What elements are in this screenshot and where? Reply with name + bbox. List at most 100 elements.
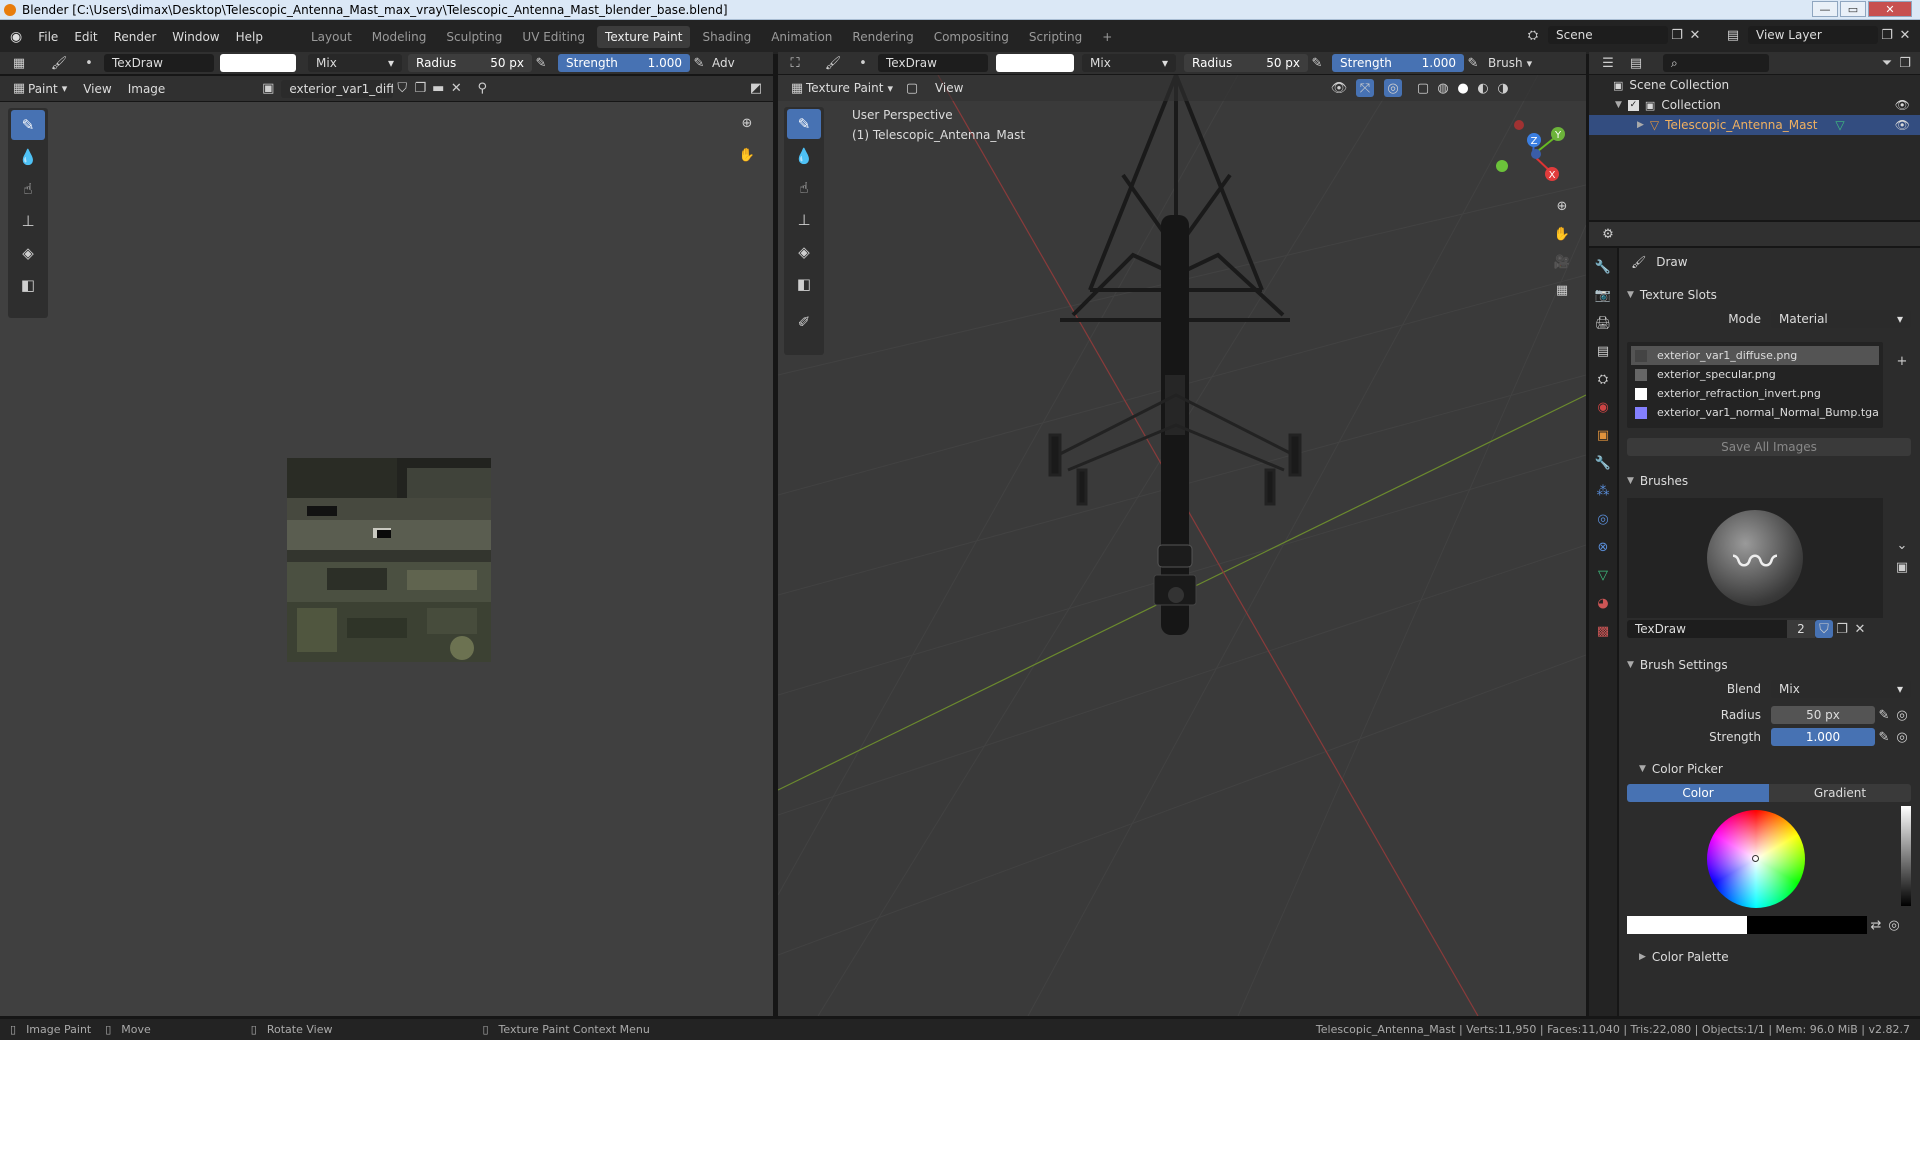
tab-shading[interactable]: Shading [694, 26, 759, 48]
brush-color-swatch[interactable] [220, 54, 296, 72]
image-editor-canvas[interactable]: ✎ 💧 ☝ ⊥ ◈ ◧ ⊕ ✋ [0, 102, 773, 1016]
brush-image-icon[interactable]: ▣ [1893, 558, 1911, 576]
brush-menu[interactable]: Brush ▾ [1488, 56, 1532, 70]
advanced-menu[interactable]: Adv [712, 56, 735, 70]
menu-file[interactable]: File [38, 30, 58, 44]
filter-icon[interactable]: ⏷ [1878, 54, 1896, 72]
secondary-color-swatch[interactable] [1747, 916, 1867, 934]
eye-icon[interactable]: 👁 [1895, 98, 1910, 112]
editor-type-icon[interactable]: ▦ [10, 54, 28, 72]
material-tab-icon[interactable]: ◕ [1594, 594, 1612, 612]
viewport-mode-select[interactable]: ▦ Texture Paint ▾ ▢ View [788, 79, 964, 97]
viewport-brush-name-field[interactable]: TexDraw [878, 54, 988, 72]
viewport-blend-select[interactable]: Mix ▾ [1082, 54, 1176, 72]
image-browse-icon[interactable]: ▣ [259, 80, 277, 98]
scene-name-field[interactable]: Scene [1548, 26, 1668, 44]
navigation-gizmo[interactable]: X Y Z [1488, 115, 1568, 195]
tab-modeling[interactable]: Modeling [364, 26, 435, 48]
color-palette-panel-header[interactable]: ▶ Color Palette [1639, 944, 1920, 970]
viewport-smear-tool[interactable]: ☝ [787, 173, 821, 203]
zoom-icon[interactable]: ⊕ [738, 114, 756, 132]
brush-datablock-name[interactable]: TexDraw [1627, 620, 1787, 638]
tab-rendering[interactable]: Rendering [844, 26, 921, 48]
mask-tool[interactable]: ◧ [11, 270, 45, 300]
image-name-field[interactable]: exterior_var1_diffus.. [281, 79, 394, 98]
fake-user-icon[interactable]: ⛉ [393, 80, 411, 98]
strength-slider[interactable]: Strength 1.000 [558, 54, 690, 72]
tab-layout[interactable]: Layout [303, 26, 360, 48]
viewport-zoom-icon[interactable]: ⊕ [1553, 197, 1571, 215]
texture-mode-select[interactable]: Material ▾ [1771, 310, 1911, 328]
outliner-search-input[interactable]: ⌕ [1663, 54, 1769, 72]
add-workspace-button[interactable]: + [1094, 26, 1120, 48]
camera-view-icon[interactable]: 🎥 [1553, 253, 1571, 271]
world-tab-icon[interactable]: ◉ [1594, 398, 1612, 416]
primary-color-swatch[interactable] [1627, 916, 1747, 934]
brush-menu-icon[interactable]: ⌄ [1893, 536, 1911, 554]
ortho-toggle-icon[interactable]: ▦ [1553, 281, 1571, 299]
gizmo-icon[interactable]: ⤧ [1356, 79, 1374, 97]
draw-tool[interactable]: ✎ [11, 110, 45, 140]
viewport-menu-view[interactable]: View [935, 81, 963, 95]
texture-slot-item[interactable]: exterior_specular.png [1631, 365, 1879, 384]
open-image-icon[interactable]: ▬ [429, 80, 447, 98]
radius-pressure-icon[interactable]: ✎ [532, 54, 550, 72]
color-tab[interactable]: Color [1627, 784, 1769, 802]
new-view-layer-icon[interactable]: ❐ [1878, 26, 1896, 44]
brush-settings-panel-header[interactable]: ▼ Brush Settings [1627, 652, 1920, 678]
close-window-button[interactable]: ✕ [1868, 1, 1912, 17]
properties-editor-type-icon[interactable]: ⚙ [1599, 225, 1617, 243]
brush-name-field[interactable]: TexDraw [104, 54, 214, 72]
view-layer-field[interactable]: View Layer [1748, 26, 1878, 44]
viewport-editor-type-icon[interactable]: ⛶ [786, 54, 804, 72]
radius-unified-icon[interactable]: ◎ [1893, 706, 1911, 724]
texture-slot-item[interactable]: exterior_var1_diffuse.png [1631, 346, 1879, 365]
wireframe-shading-icon[interactable]: ◍ [1434, 79, 1452, 97]
new-scene-icon[interactable]: ❐ [1668, 26, 1686, 44]
xray-icon[interactable]: ▢ [1414, 79, 1432, 97]
minimize-button[interactable]: — [1812, 1, 1838, 17]
brush-duplicate-icon[interactable]: ❐ [1833, 620, 1851, 638]
physics-tab-icon[interactable]: ◎ [1594, 510, 1612, 528]
strength-unified-icon[interactable]: ◎ [1893, 728, 1911, 746]
particles-tab-icon[interactable]: ⁂ [1594, 482, 1612, 500]
rendered-shading-icon[interactable]: ◑ [1494, 79, 1512, 97]
color-picker-panel-header[interactable]: ▼ Color Picker [1639, 756, 1920, 782]
expand-icon[interactable]: ▼ [1615, 100, 1622, 110]
tab-sculpting[interactable]: Sculpting [438, 26, 510, 48]
clone-tool[interactable]: ⊥ [11, 206, 45, 236]
mask-toggle-icon[interactable]: ▢ [903, 79, 921, 97]
radius-slider[interactable]: Radius 50 px [408, 54, 532, 72]
tab-compositing[interactable]: Compositing [926, 26, 1017, 48]
viewport-brush-icon[interactable]: 🖌 [824, 54, 842, 72]
scene-tab-icon[interactable]: ⛭ [1594, 370, 1612, 388]
visibility-icon[interactable]: 👁 [1330, 79, 1348, 97]
view-layer-icon[interactable]: ▤ [1724, 26, 1742, 44]
brushes-panel-header[interactable]: ▼ Brushes [1627, 468, 1920, 494]
brush-preview[interactable]: 〰 [1627, 498, 1883, 618]
blend-mode-select[interactable]: Mix ▾ [308, 54, 402, 72]
tool-tab-icon[interactable]: 🔧 [1594, 258, 1612, 276]
annotate-tool[interactable]: ✐ [787, 307, 821, 337]
delete-view-layer-icon[interactable]: ✕ [1896, 26, 1914, 44]
soften-tool[interactable]: 💧 [11, 142, 45, 172]
texture-slot-item[interactable]: exterior_var1_normal_Normal_Bump.tga [1631, 403, 1879, 422]
swap-colors-icon[interactable]: ⇄ [1867, 916, 1885, 934]
pan-hand-icon[interactable]: ✋ [738, 146, 756, 164]
color-unified-icon[interactable]: ◎ [1885, 916, 1903, 934]
smear-tool[interactable]: ☝ [11, 174, 45, 204]
new-image-icon[interactable]: ❐ [411, 80, 429, 98]
strength-pen-icon[interactable]: ✎ [1875, 728, 1893, 746]
render-tab-icon[interactable]: 📷 [1594, 286, 1612, 304]
material-shading-icon[interactable]: ◐ [1474, 79, 1492, 97]
output-tab-icon[interactable]: 🖨 [1594, 314, 1612, 332]
viewport-radius-slider[interactable]: Radius 50 px [1184, 54, 1308, 72]
outliner-row-scene-collection[interactable]: ▣ Scene Collection [1613, 75, 1920, 95]
checkbox-icon[interactable]: ✓ [1627, 99, 1639, 111]
fill-tool[interactable]: ◈ [11, 238, 45, 268]
tab-animation[interactable]: Animation [763, 26, 840, 48]
viewport-strength-pressure-icon[interactable]: ✎ [1464, 54, 1482, 72]
viewport-mask-tool[interactable]: ◧ [787, 269, 821, 299]
menu-edit[interactable]: Edit [74, 30, 97, 44]
scene-icon[interactable]: ⛭ [1524, 26, 1542, 44]
